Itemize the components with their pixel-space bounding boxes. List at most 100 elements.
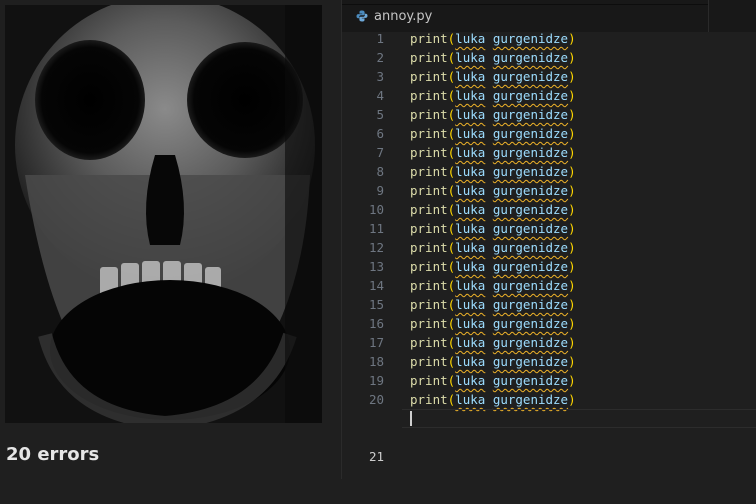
error-identifier: luka bbox=[455, 50, 486, 65]
error-identifier: gurgenidze bbox=[492, 69, 569, 84]
line-number: 3 bbox=[376, 69, 384, 84]
code-area[interactable]: 1 print(luka gurgenidze) 2 print(luka gurg… bbox=[342, 29, 756, 464]
print-keyword: print bbox=[410, 278, 448, 293]
error-identifier: luka bbox=[455, 316, 486, 331]
print-keyword: print bbox=[410, 31, 448, 46]
error-identifier: gurgenidze bbox=[492, 145, 569, 160]
error-identifier: gurgenidze bbox=[492, 278, 569, 293]
code-line[interactable]: 2 print(luka gurgenidze) bbox=[342, 48, 756, 67]
error-identifier: luka bbox=[455, 373, 486, 388]
line-number: 20 bbox=[368, 392, 384, 407]
code-line[interactable]: 5 print(luka gurgenidze) bbox=[342, 105, 756, 124]
close-paren: ) bbox=[568, 278, 576, 293]
line-number: 2 bbox=[376, 50, 384, 65]
error-identifier: gurgenidze bbox=[492, 126, 569, 141]
print-keyword: print bbox=[410, 392, 448, 407]
line-number: 19 bbox=[368, 373, 384, 388]
close-paren: ) bbox=[568, 31, 576, 46]
code-line[interactable]: 14 print(luka gurgenidze) bbox=[342, 276, 756, 295]
current-code-line[interactable]: 21 bbox=[342, 409, 756, 464]
code-line[interactable]: 1 print(luka gurgenidze) bbox=[342, 29, 756, 48]
error-identifier: luka bbox=[455, 164, 486, 179]
error-identifier: luka bbox=[455, 202, 486, 217]
line-number: 1 bbox=[376, 31, 384, 46]
code-line[interactable]: 20 print(luka gurgenidze) bbox=[342, 390, 756, 409]
error-identifier: luka bbox=[455, 259, 486, 274]
code-line[interactable]: 7 print(luka gurgenidze) bbox=[342, 143, 756, 162]
code-line[interactable]: 9 print(luka gurgenidze) bbox=[342, 181, 756, 200]
screaming-skull-image bbox=[5, 5, 322, 423]
tab-edge bbox=[708, 0, 709, 32]
print-keyword: print bbox=[410, 354, 448, 369]
print-keyword: print bbox=[410, 335, 448, 350]
close-paren: ) bbox=[568, 50, 576, 65]
code-line[interactable]: 11 print(luka gurgenidze) bbox=[342, 219, 756, 238]
close-paren: ) bbox=[568, 202, 576, 217]
line-number: 16 bbox=[368, 316, 384, 331]
code-line[interactable]: 17 print(luka gurgenidze) bbox=[342, 333, 756, 352]
print-keyword: print bbox=[410, 88, 448, 103]
close-paren: ) bbox=[568, 164, 576, 179]
print-keyword: print bbox=[410, 126, 448, 141]
error-identifier: gurgenidze bbox=[492, 107, 569, 122]
close-paren: ) bbox=[568, 259, 576, 274]
line-number: 11 bbox=[368, 221, 384, 236]
error-identifier: gurgenidze bbox=[492, 316, 569, 331]
print-keyword: print bbox=[410, 297, 448, 312]
python-icon bbox=[356, 10, 368, 22]
code-line[interactable]: 4 print(luka gurgenidze) bbox=[342, 86, 756, 105]
code-editor[interactable]: annoy.py 1 print(luka gurgenidze) 2 print(… bbox=[342, 0, 756, 479]
close-paren: ) bbox=[568, 88, 576, 103]
error-identifier: luka bbox=[455, 88, 486, 103]
code-line[interactable]: 15 print(luka gurgenidze) bbox=[342, 295, 756, 314]
code-line[interactable]: 3 print(luka gurgenidze) bbox=[342, 67, 756, 86]
code-line[interactable]: 8 print(luka gurgenidze) bbox=[342, 162, 756, 181]
error-identifier: gurgenidze bbox=[492, 164, 569, 179]
error-identifier: luka bbox=[455, 392, 486, 407]
close-paren: ) bbox=[568, 373, 576, 388]
error-identifier: luka bbox=[455, 69, 486, 84]
editor-tab-bar: annoy.py bbox=[342, 0, 756, 32]
code-line[interactable]: 6 print(luka gurgenidze) bbox=[342, 124, 756, 143]
close-paren: ) bbox=[568, 335, 576, 350]
error-identifier: gurgenidze bbox=[492, 221, 569, 236]
error-identifier: luka bbox=[455, 145, 486, 160]
print-keyword: print bbox=[410, 183, 448, 198]
code-line[interactable]: 18 print(luka gurgenidze) bbox=[342, 352, 756, 371]
close-paren: ) bbox=[568, 316, 576, 331]
line-number: 15 bbox=[368, 297, 384, 312]
close-paren: ) bbox=[568, 392, 576, 407]
code-line[interactable]: 13 print(luka gurgenidze) bbox=[342, 257, 756, 276]
code-line[interactable]: 16 print(luka gurgenidze) bbox=[342, 314, 756, 333]
close-paren: ) bbox=[568, 145, 576, 160]
line-number: 8 bbox=[376, 164, 384, 179]
error-identifier: gurgenidze bbox=[492, 297, 569, 312]
close-paren: ) bbox=[568, 107, 576, 122]
error-identifier: luka bbox=[455, 278, 486, 293]
close-paren: ) bbox=[568, 69, 576, 84]
print-keyword: print bbox=[410, 221, 448, 236]
error-identifier: luka bbox=[455, 183, 486, 198]
line-number: 10 bbox=[368, 202, 384, 217]
file-tab[interactable]: annoy.py bbox=[356, 0, 668, 32]
line-number: 7 bbox=[376, 145, 384, 160]
code-line[interactable]: 19 print(luka gurgenidze) bbox=[342, 371, 756, 390]
line-number: 12 bbox=[368, 240, 384, 255]
code-line[interactable]: 12 print(luka gurgenidze) bbox=[342, 238, 756, 257]
line-number: 21 bbox=[368, 449, 384, 464]
code-line[interactable]: 10 print(luka gurgenidze) bbox=[342, 200, 756, 219]
error-identifier: gurgenidze bbox=[492, 240, 569, 255]
